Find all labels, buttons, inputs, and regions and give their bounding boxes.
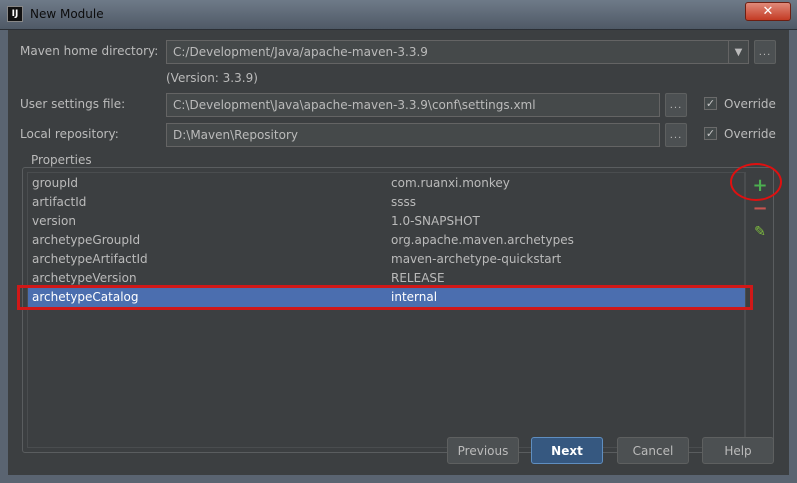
local-repository-label: Local repository: — [20, 127, 119, 141]
maven-home-browse-button[interactable]: ... — [754, 40, 776, 64]
property-value: maven-archetype-quickstart — [391, 252, 562, 266]
properties-table[interactable]: groupId com.ruanxi.monkey artifactId sss… — [27, 172, 746, 448]
property-value: com.ruanxi.monkey — [391, 176, 510, 190]
title-bar: IJ New Module ✕ — [0, 0, 797, 30]
table-row[interactable]: archetypeGroupId org.apache.maven.archet… — [28, 231, 746, 250]
property-key: archetypeArtifactId — [32, 252, 148, 266]
previous-button[interactable]: Previous — [447, 437, 519, 464]
table-row[interactable]: groupId com.ruanxi.monkey — [28, 174, 746, 193]
maven-home-combo[interactable]: C:/Development/Java/apache-maven-3.3.9 ▼ — [166, 40, 749, 64]
local-repository-override-checkbox[interactable]: ✓ — [704, 127, 717, 140]
user-settings-label: User settings file: — [20, 97, 126, 111]
maven-home-value: C:/Development/Java/apache-maven-3.3.9 — [173, 45, 428, 59]
property-value: ssss — [391, 195, 417, 209]
property-value: 1.0-SNAPSHOT — [391, 214, 480, 228]
next-button[interactable]: Next — [531, 437, 603, 464]
maven-version-note: (Version: 3.3.9) — [166, 71, 258, 85]
local-repository-override-label: Override — [724, 127, 776, 141]
table-row[interactable]: artifactId ssss — [28, 193, 746, 212]
close-window-button[interactable]: ✕ — [745, 2, 791, 21]
property-key: version — [32, 214, 76, 228]
intellij-app-icon: IJ — [7, 6, 23, 22]
local-repository-browse-button[interactable]: ... — [665, 123, 687, 147]
user-settings-override-label: Override — [724, 97, 776, 111]
table-row[interactable]: version 1.0-SNAPSHOT — [28, 212, 746, 231]
window-frame-left — [0, 30, 8, 483]
edit-icon[interactable]: ✎ — [750, 222, 770, 242]
user-settings-override-checkbox[interactable]: ✓ — [704, 97, 717, 110]
remove-icon[interactable]: − — [750, 198, 770, 219]
properties-toolbar: + − ✎ — [745, 172, 773, 448]
help-button[interactable]: Help — [702, 437, 774, 464]
property-key: archetypeVersion — [32, 271, 137, 285]
window-frame-right — [789, 30, 797, 483]
annotation-rectangle — [17, 285, 753, 310]
annotation-circle — [730, 163, 782, 201]
property-key: artifactId — [32, 195, 87, 209]
property-key: groupId — [32, 176, 79, 190]
local-repository-field[interactable]: D:\Maven\Repository — [166, 123, 660, 147]
dialog-content: Maven home directory: C:/Development/Jav… — [8, 30, 789, 475]
property-value: RELEASE — [391, 271, 445, 285]
property-key: archetypeGroupId — [32, 233, 141, 247]
chevron-down-icon[interactable]: ▼ — [728, 41, 748, 63]
table-row[interactable]: archetypeArtifactId maven-archetype-quic… — [28, 250, 746, 269]
window-title: New Module — [30, 7, 104, 21]
property-value: org.apache.maven.archetypes — [391, 233, 574, 247]
cancel-button[interactable]: Cancel — [617, 437, 689, 464]
window-frame-bottom — [0, 475, 797, 483]
user-settings-browse-button[interactable]: ... — [665, 93, 687, 117]
properties-group-title: Properties — [29, 153, 94, 167]
maven-home-label: Maven home directory: — [20, 44, 159, 58]
user-settings-field[interactable]: C:\Development\Java\apache-maven-3.3.9\c… — [166, 93, 660, 117]
